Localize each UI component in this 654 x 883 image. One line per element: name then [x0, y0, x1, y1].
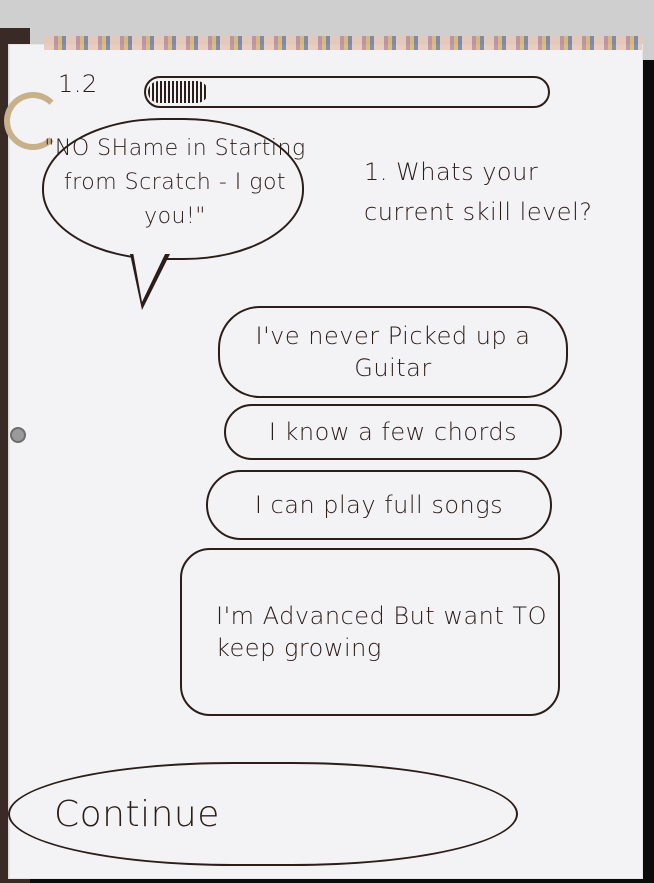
- speech-bubble-tail: [130, 252, 170, 310]
- option-full-songs[interactable]: I can play full songs: [206, 470, 552, 540]
- encouragement-message: "NO SHame in Starting from Scratch - I g…: [44, 136, 306, 229]
- progress-bar: [144, 76, 550, 108]
- option-label: I can play full songs: [254, 491, 504, 519]
- question-text: 1. Whats your current skill level?: [364, 158, 593, 226]
- option-label: I'm Advanced But want TO keep growing: [216, 602, 547, 662]
- floral-border: [44, 36, 642, 50]
- progress-fill: [148, 81, 208, 103]
- continue-button[interactable]: Continue: [8, 762, 518, 866]
- option-label: I know a few chords: [268, 418, 518, 446]
- punch-hole: [10, 427, 26, 443]
- step-number: 1.2: [58, 70, 98, 98]
- option-label: I've never Picked up a Guitar: [255, 322, 531, 382]
- option-few-chords[interactable]: I know a few chords: [224, 404, 562, 460]
- option-never-picked-up[interactable]: I've never Picked up a Guitar: [218, 306, 568, 398]
- option-advanced[interactable]: I'm Advanced But want TO keep growing: [180, 548, 560, 716]
- continue-label: Continue: [54, 793, 220, 835]
